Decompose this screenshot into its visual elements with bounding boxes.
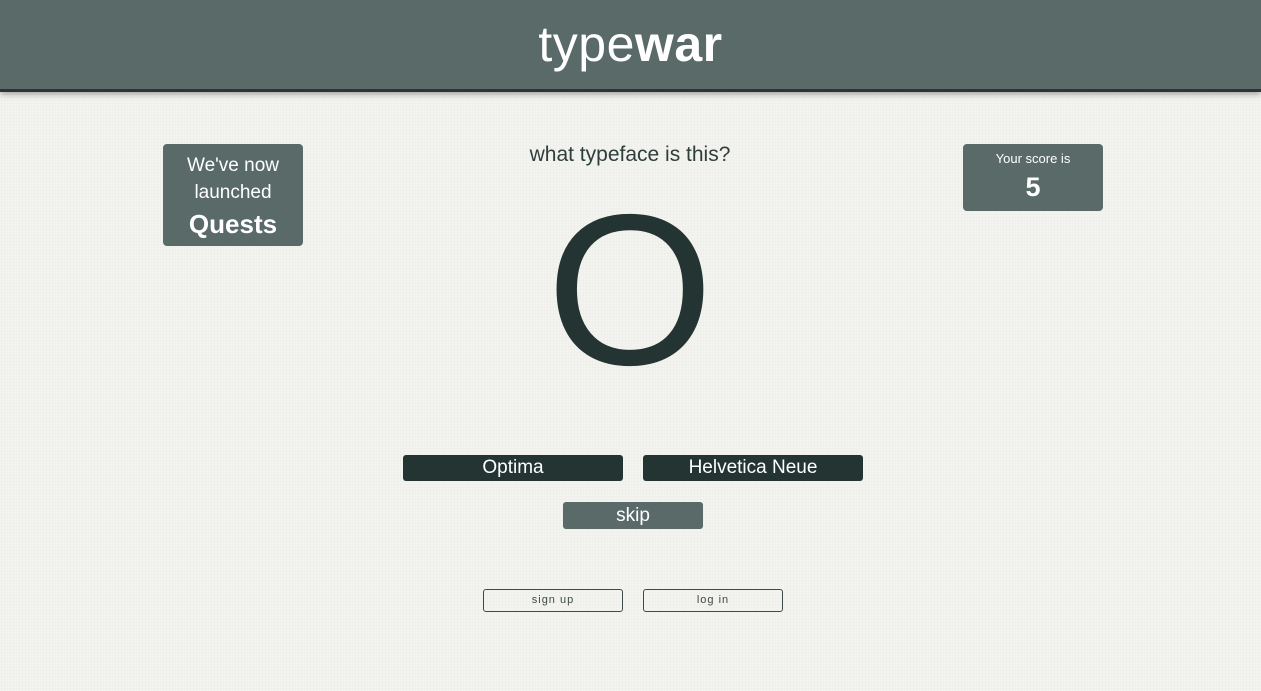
quests-promo-button[interactable]: We've now launched Quests <box>163 144 303 246</box>
page: typewar We've now launched Quests what t… <box>0 0 1261 691</box>
site-logo[interactable]: typewar <box>538 14 722 74</box>
specimen-glyph: O <box>546 169 714 410</box>
score-value: 5 <box>1025 172 1041 202</box>
skip-button[interactable]: skip <box>563 502 703 529</box>
question-prompt: what typeface is this? <box>529 143 731 166</box>
log-in-button[interactable]: log in <box>643 589 783 612</box>
quests-promo-line1: We've now <box>187 155 279 176</box>
logo-type-text: type <box>538 16 635 72</box>
sign-up-button[interactable]: sign up <box>483 589 623 612</box>
answer-option-optima-button[interactable]: Optima <box>403 455 623 481</box>
score-label: Your score is <box>995 151 1071 166</box>
site-header: typewar <box>0 0 1261 89</box>
logo-war-text: war <box>634 16 723 72</box>
quests-promo-title: Quests <box>188 209 278 239</box>
quests-promo-line2: launched <box>194 182 272 203</box>
score-panel: Your score is 5 <box>963 144 1103 211</box>
answer-option-helvetica-neue-button[interactable]: Helvetica Neue <box>643 455 863 481</box>
